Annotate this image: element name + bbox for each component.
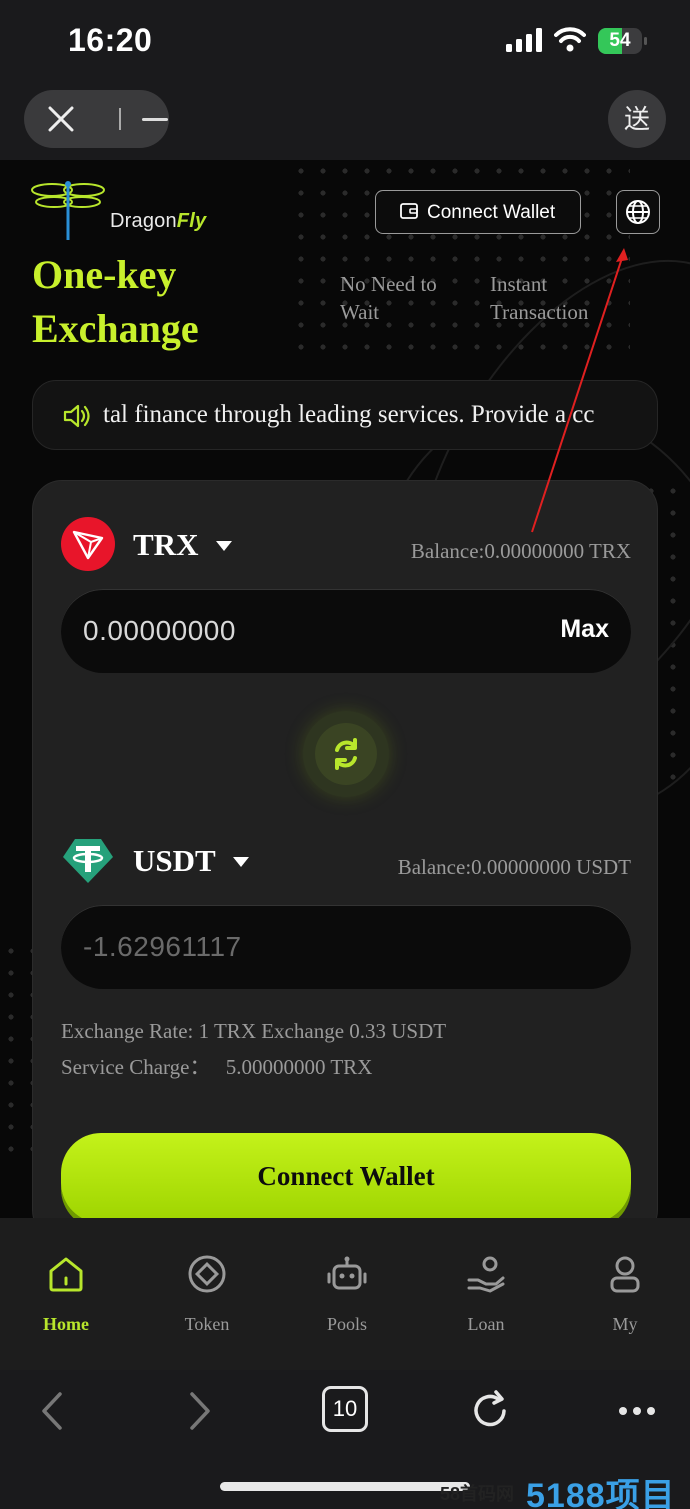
token-icon bbox=[188, 1255, 226, 1293]
watermark-small: 58首码网 bbox=[440, 1484, 515, 1504]
nav-loan-label: Loan bbox=[467, 1314, 505, 1334]
nav-pools[interactable]: Pools bbox=[287, 1254, 407, 1364]
minimize-icon[interactable] bbox=[142, 118, 168, 121]
nav-home-label: Home bbox=[43, 1314, 89, 1334]
status-bar: 16:20 54 bbox=[0, 0, 690, 82]
browser-top-bar: 送 bbox=[0, 82, 690, 160]
more-icon[interactable] bbox=[614, 1388, 660, 1434]
battery-percent: 54 bbox=[609, 30, 631, 51]
robot-icon bbox=[327, 1256, 367, 1290]
browser-controls-pill bbox=[24, 90, 169, 148]
nav-token[interactable]: Token bbox=[147, 1254, 267, 1364]
nav-my-label: My bbox=[612, 1314, 638, 1334]
home-indicator bbox=[220, 1482, 470, 1491]
user-icon bbox=[610, 1256, 640, 1293]
back-icon[interactable] bbox=[30, 1388, 76, 1434]
send-button[interactable]: 送 bbox=[608, 90, 666, 148]
main-page: DragonFly Connect Wallet One-key Exchang… bbox=[0, 160, 690, 1218]
browser-bottom-bar: 10 58首码网 5188项目网 bbox=[0, 1370, 690, 1509]
watermark-large: 5188项目网 bbox=[526, 1477, 676, 1509]
wifi-icon bbox=[554, 27, 586, 52]
home-icon bbox=[49, 1257, 83, 1292]
annotation-arrow bbox=[531, 248, 628, 533]
nav-home[interactable]: Home bbox=[6, 1254, 126, 1364]
forward-icon[interactable] bbox=[176, 1388, 222, 1434]
nav-loan[interactable]: Loan bbox=[426, 1254, 546, 1364]
status-time: 16:20 bbox=[68, 22, 153, 58]
tabs-button[interactable]: 10 bbox=[322, 1386, 368, 1432]
battery-indicator: 54 bbox=[598, 28, 648, 54]
loan-icon bbox=[467, 1256, 505, 1293]
reload-icon[interactable] bbox=[468, 1388, 514, 1434]
nav-token-label: Token bbox=[184, 1314, 230, 1334]
close-icon[interactable] bbox=[46, 104, 76, 134]
nav-pools-label: Pools bbox=[326, 1314, 368, 1334]
bottom-navigation: Home Token Pools Loan My bbox=[0, 1218, 690, 1370]
nav-my[interactable]: My bbox=[565, 1254, 685, 1364]
cellular-signal-icon bbox=[506, 28, 542, 52]
